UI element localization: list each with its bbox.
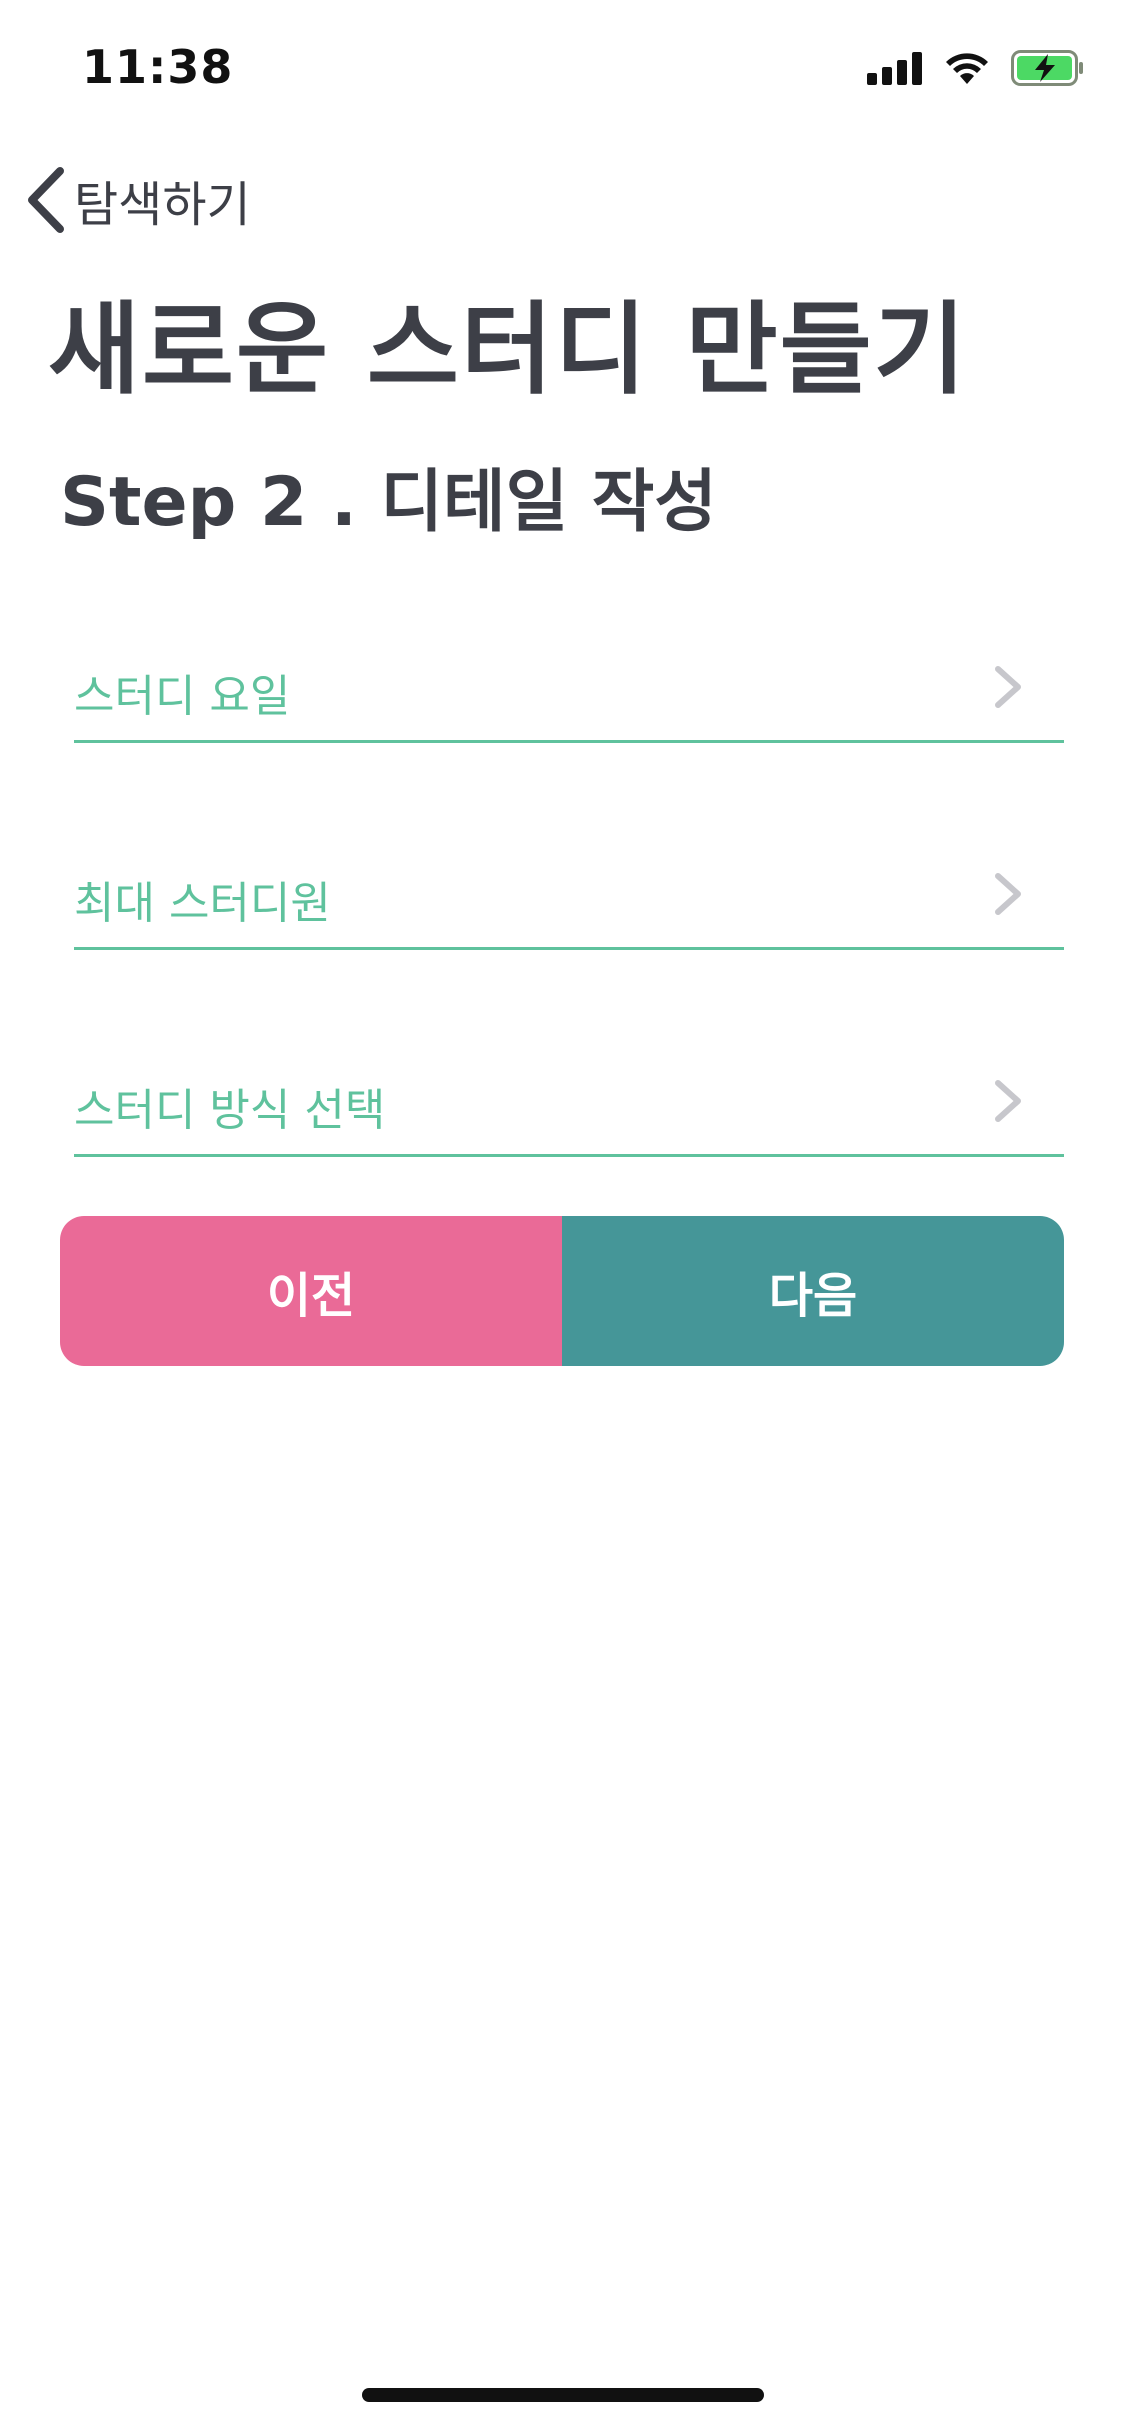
step-title: Step 2 . 디테일 작성 bbox=[60, 463, 717, 542]
status-time: 11:38 bbox=[82, 40, 234, 94]
screen: 11:38 탐색하기 새로운 스터디 만들기 Step 2 . 디테일 작성 스… bbox=[0, 0, 1125, 2436]
study-day-label: 스터디 요일 bbox=[74, 670, 291, 722]
chevron-left-icon bbox=[24, 165, 68, 235]
study-method-label: 스터디 방식 선택 bbox=[74, 1084, 386, 1136]
prev-button[interactable]: 이전 bbox=[60, 1216, 562, 1366]
step-buttons: 이전 다음 bbox=[60, 1216, 1064, 1366]
chevron-right-icon bbox=[988, 1078, 1028, 1124]
back-label: 탐색하기 bbox=[74, 177, 251, 233]
max-members-label: 최대 스터디원 bbox=[74, 877, 331, 929]
max-members-field[interactable]: 최대 스터디원 bbox=[74, 840, 1064, 950]
status-bar: 11:38 bbox=[0, 0, 1125, 132]
wifi-icon bbox=[943, 50, 991, 90]
signal-icon bbox=[867, 51, 923, 89]
next-button[interactable]: 다음 bbox=[562, 1216, 1064, 1366]
status-icons bbox=[867, 50, 1085, 90]
chevron-right-icon bbox=[988, 871, 1028, 917]
study-day-field[interactable]: 스터디 요일 bbox=[74, 633, 1064, 743]
battery-charging-icon bbox=[1011, 50, 1085, 90]
chevron-right-icon bbox=[988, 664, 1028, 710]
back-button[interactable]: 탐색하기 bbox=[24, 160, 251, 240]
home-indicator[interactable] bbox=[362, 2388, 764, 2402]
study-method-field[interactable]: 스터디 방식 선택 bbox=[74, 1047, 1064, 1157]
page-title: 새로운 스터디 만들기 bbox=[48, 291, 968, 408]
